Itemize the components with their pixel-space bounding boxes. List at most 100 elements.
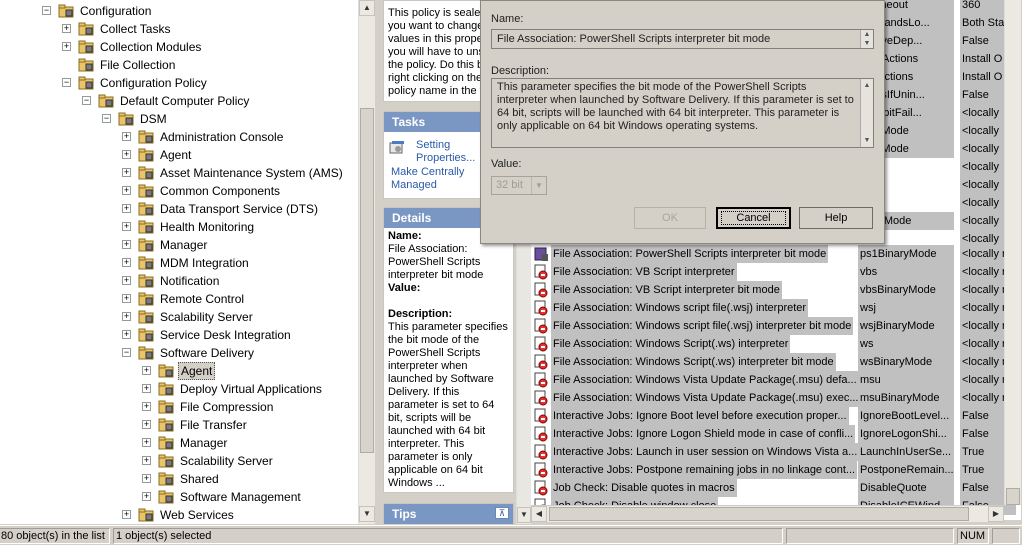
description-field[interactable]: This parameter specifies the bit mode of… (491, 78, 874, 148)
expand-icon[interactable]: + (122, 258, 131, 267)
tree-item[interactable]: − Software Delivery (0, 344, 358, 362)
list-row[interactable]: File Association: PowerShell Scripts int… (531, 245, 1019, 263)
tree-scrollbar[interactable]: ▲ ▼ (358, 0, 375, 524)
details-line (388, 295, 509, 308)
expand-icon[interactable]: + (142, 384, 151, 393)
details-line: the bit mode of the (388, 334, 480, 346)
tree-item[interactable]: + File Compression (0, 398, 358, 416)
tree-item[interactable]: + Notification (0, 272, 358, 290)
list-row[interactable]: Interactive Jobs: Ignore Logon Shield mo… (531, 425, 1019, 443)
tree-item[interactable]: + Administration Console (0, 128, 358, 146)
list-row[interactable]: Interactive Jobs: Ignore Boot level befo… (531, 407, 1019, 425)
name-scroll-icon[interactable]: ▲ ▼ (860, 30, 873, 48)
setting-properties-link[interactable]: Setting Properties... (412, 137, 479, 167)
collapse-icon[interactable]: − (62, 78, 71, 87)
collapse-icon[interactable]: ⊼ (495, 507, 509, 519)
tree-item[interactable]: + Shared (0, 470, 358, 488)
horizontal-scroll-thumb[interactable] (549, 507, 969, 521)
expand-icon[interactable]: + (142, 456, 151, 465)
expand-icon[interactable]: + (122, 132, 131, 141)
expand-icon[interactable]: + (142, 402, 151, 411)
make-centrally-managed-link[interactable]: Make Centrally Managed (387, 164, 468, 194)
tree-item[interactable]: + Remote Control (0, 290, 358, 308)
tree-item[interactable]: + Deploy Virtual Applications (0, 380, 358, 398)
expand-icon[interactable]: + (122, 330, 131, 339)
expand-icon[interactable]: + (122, 204, 131, 213)
expand-icon[interactable]: + (122, 186, 131, 195)
expand-icon[interactable]: + (122, 312, 131, 321)
tree-item[interactable]: + Collection Modules (0, 38, 358, 56)
tree-scroll-thumb[interactable] (360, 108, 374, 453)
list-row[interactable]: File Association: Windows Script(.ws) in… (531, 353, 1019, 371)
collapse-icon[interactable]: − (102, 114, 111, 123)
list-row[interactable]: Interactive Jobs: Launch in user session… (531, 443, 1019, 461)
cancel-button[interactable]: Cancel (716, 207, 791, 229)
settings-icon[interactable] (389, 140, 405, 156)
tree-item[interactable]: − Configuration (0, 2, 358, 20)
tree-item[interactable]: + Manager (0, 434, 358, 452)
list-row[interactable]: Interactive Jobs: Postpone remaining job… (531, 461, 1019, 479)
list-row[interactable]: File Association: VB Script interpreter v… (531, 263, 1019, 281)
tree-item[interactable]: + Service Desk Integration (0, 326, 358, 344)
list-row[interactable]: File Association: Windows script file(.w… (531, 299, 1019, 317)
tree-item[interactable]: + Common Components (0, 182, 358, 200)
collapse-icon[interactable]: − (122, 348, 131, 357)
expand-icon[interactable]: + (142, 366, 151, 375)
value-select[interactable]: 32 bit ▼ (491, 176, 547, 195)
tree-item[interactable]: − DSM (0, 110, 358, 128)
expand-icon[interactable]: + (122, 276, 131, 285)
expand-icon[interactable]: + (122, 294, 131, 303)
tree-item[interactable]: + Agent (0, 362, 358, 380)
tree-item[interactable]: + Manager (0, 236, 358, 254)
scroll-down-button[interactable]: ▼ (517, 507, 531, 523)
scroll-up-button[interactable]: ▲ (359, 0, 375, 16)
tree-item[interactable]: + Scalability Server (0, 452, 358, 470)
tree-item[interactable]: + Health Monitoring (0, 218, 358, 236)
tree-item[interactable]: + Data Transport Service (DTS) (0, 200, 358, 218)
tree-item[interactable]: + Collect Tasks (0, 20, 358, 38)
parameter-name: File Association: PowerShell Scripts int… (551, 245, 829, 263)
help-button[interactable]: Help (799, 207, 873, 229)
description-scrollbar[interactable]: ▲ ▼ (860, 79, 873, 147)
expand-icon[interactable]: + (142, 474, 151, 483)
scroll-left-button[interactable]: ◀ (531, 506, 547, 522)
tree-item[interactable]: + Scalability Server (0, 308, 358, 326)
tree-item[interactable]: − Default Computer Policy (0, 92, 358, 110)
tree-item[interactable]: + Web Services (0, 506, 358, 524)
collapse-icon[interactable]: − (42, 6, 51, 15)
tree-item[interactable]: + Asset Maintenance System (AMS) (0, 164, 358, 182)
list-row[interactable]: File Association: VB Script interpreter … (531, 281, 1019, 299)
expand-icon[interactable]: + (62, 24, 71, 33)
scroll-right-button[interactable]: ▶ (988, 506, 1004, 522)
tree-item[interactable]: + MDM Integration (0, 254, 358, 272)
tree-item[interactable]: File Collection (0, 56, 358, 74)
list-row[interactable]: File Association: Windows Vista Update P… (531, 371, 1019, 389)
chevron-down-icon[interactable]: ▼ (531, 177, 546, 194)
expand-icon[interactable]: + (142, 438, 151, 447)
ok-button[interactable]: OK (634, 207, 706, 229)
expand-icon[interactable]: + (122, 240, 131, 249)
list-horizontal-scrollbar[interactable]: ◀ ▶ (531, 505, 1004, 522)
parameter-name: File Association: VB Script interpreter … (551, 281, 782, 299)
tree-item[interactable]: + Software Management (0, 488, 358, 506)
list-row[interactable]: File Association: Windows script file(.w… (531, 317, 1019, 335)
expand-icon[interactable]: + (122, 168, 131, 177)
expand-icon[interactable]: + (122, 510, 131, 519)
list-row[interactable]: Job Check: Disable quotes in macros Disab… (531, 479, 1019, 497)
list-row[interactable]: File Association: Windows Script(.ws) in… (531, 335, 1019, 353)
tree-item[interactable]: + Agent (0, 146, 358, 164)
scroll-down-button[interactable]: ▼ (359, 506, 375, 522)
collapse-icon[interactable]: − (82, 96, 91, 105)
expand-icon[interactable]: + (122, 150, 131, 159)
expand-icon[interactable]: + (142, 492, 151, 501)
tree-item[interactable]: + File Transfer (0, 416, 358, 434)
list-scrollbar[interactable] (1004, 0, 1021, 505)
expand-icon[interactable]: + (62, 42, 71, 51)
name-field[interactable]: File Association: PowerShell Scripts int… (491, 29, 874, 49)
expand-icon[interactable]: + (122, 222, 131, 231)
tree-item[interactable]: − Configuration Policy (0, 74, 358, 92)
list-row[interactable]: File Association: Windows Vista Update P… (531, 389, 1019, 407)
expand-icon[interactable]: + (142, 420, 151, 429)
list-scroll-thumb[interactable] (1006, 488, 1020, 505)
navigation-tree[interactable]: − Configuration + Collect Tasks + Collection … (0, 0, 358, 524)
